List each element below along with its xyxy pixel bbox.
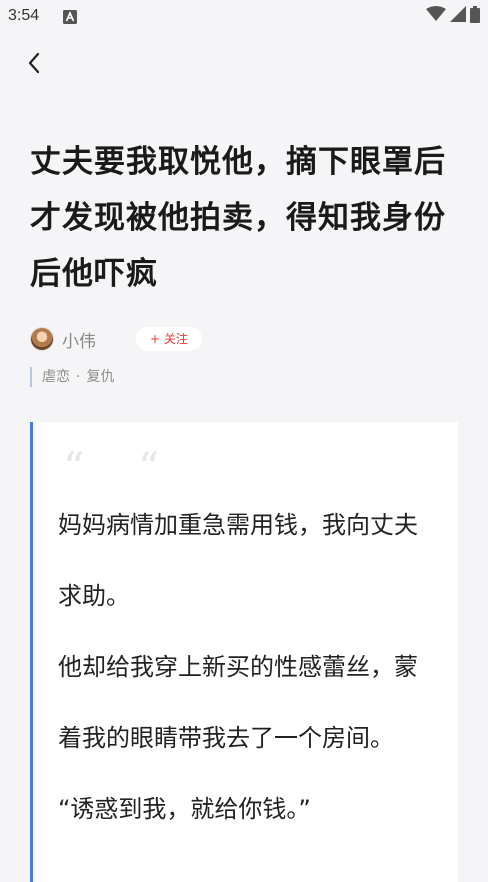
tag-separator: ·: [76, 369, 81, 385]
article-title: 丈夫要我取悦他，摘下眼罩后才发现被他拍卖，得知我身份后他吓疯: [30, 144, 446, 292]
status-bar: 3:54: [0, 0, 488, 34]
back-button[interactable]: [18, 47, 50, 83]
status-icons: [426, 5, 480, 27]
story-paragraph: “诱惑到我，就给你钱。”: [58, 795, 311, 823]
battery-icon: [470, 5, 480, 27]
story-paragraph: 他却给我穿上新买的性感蕾丝，蒙着我的眼睛带我去了一个房间。: [58, 653, 418, 752]
quote-mark: “ “: [63, 443, 180, 492]
tag-item[interactable]: 复仇: [86, 369, 114, 385]
wifi-icon: [426, 6, 446, 26]
tag-item[interactable]: 虐恋: [42, 369, 70, 385]
a-icon: [63, 9, 77, 24]
chevron-left-icon: [27, 52, 41, 78]
follow-button[interactable]: + 关注: [136, 327, 202, 351]
author-name[interactable]: 小伟: [62, 327, 134, 352]
author-avatar[interactable]: [30, 327, 54, 351]
tag-list: 虐恋 · 复仇: [30, 367, 114, 387]
signal-icon: [450, 6, 466, 26]
story-text: 妈妈病情加重急需用钱，我向丈夫求助。 他却给我穿上新买的性感蕾丝，蒙着我的眼睛带…: [58, 490, 438, 845]
status-time: 3:54: [8, 7, 40, 24]
author-row: 小伟 + 关注: [30, 324, 202, 354]
story-card[interactable]: “ “ 妈妈病情加重急需用钱，我向丈夫求助。 他却给我穿上新买的性感蕾丝，蒙着我…: [30, 422, 458, 882]
story-paragraph: 妈妈病情加重急需用钱，我向丈夫求助。: [58, 511, 418, 610]
